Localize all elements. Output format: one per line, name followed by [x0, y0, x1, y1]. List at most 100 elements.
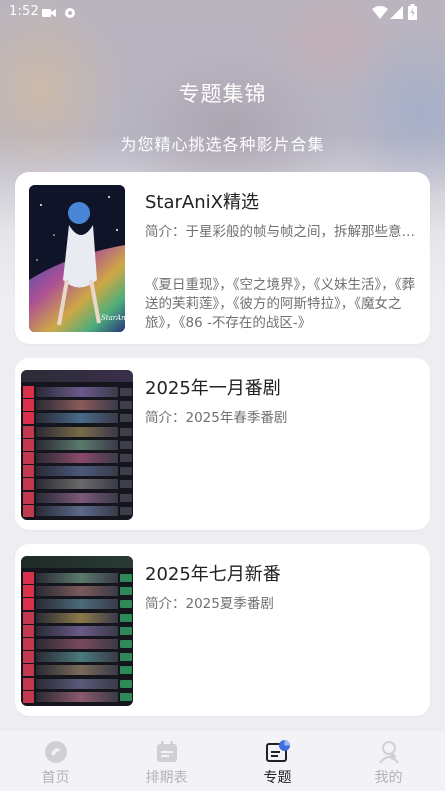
cover-signature: StarAni: [101, 314, 125, 322]
ranking-row-graphic: [23, 624, 133, 637]
ranking-tag: [120, 640, 132, 648]
ranking-tag: [120, 653, 132, 662]
ranking-badge: [23, 690, 34, 703]
collection-description: 简介：于星彩般的帧与帧之间，拆解那些意义非凡的时刻: [145, 224, 415, 240]
profile-icon: [379, 741, 399, 764]
page-title: 专题集锦: [178, 82, 267, 106]
ranking-bar: [36, 453, 118, 463]
ranking-tag: [120, 626, 132, 635]
collection-title: StarAniX精选: [145, 192, 259, 213]
ranking-tag: [120, 414, 132, 423]
ranking-row-graphic: [23, 664, 133, 677]
ranking-badge: [23, 572, 34, 584]
ranking-badge: [23, 412, 34, 425]
ranking-badge: [23, 386, 34, 398]
ranking-tag: [120, 692, 132, 701]
bottom-tab-bar: 首页 排期表 专题 我的: [0, 731, 445, 791]
ranking-tag: [120, 480, 132, 489]
ranking-bar: [36, 678, 118, 689]
ranking-badge: [23, 438, 34, 451]
signal-icon: [390, 6, 403, 19]
ranking-bar: [36, 573, 118, 583]
ranking-badge: [23, 452, 34, 464]
ranking-row-graphic: [23, 465, 133, 478]
ranking-bar: [36, 479, 118, 490]
ranking-badge: [23, 598, 34, 611]
wifi-icon: [372, 6, 388, 19]
ranking-tag: [120, 506, 132, 515]
ranking-bar: [36, 586, 118, 597]
ranking-badge: [23, 465, 34, 478]
ranking-row-graphic: [23, 690, 133, 703]
ranking-bar: [36, 612, 118, 623]
ranking-row-graphic: [23, 491, 133, 504]
ranking-bar: [36, 652, 118, 663]
collection-cover-image: StarAni: [29, 185, 125, 332]
ranking-tag: [120, 388, 132, 396]
collection-description: 简介：2025年春季番剧: [145, 410, 288, 426]
ranking-badge: [23, 638, 34, 650]
tab-label: 我的: [374, 770, 403, 786]
ranking-tag: [120, 454, 132, 462]
ranking-badge: [23, 491, 34, 504]
collection-card[interactable]: 2025年七月新番 简介：2025夏季番剧: [15, 544, 430, 716]
ranking-bar: [36, 426, 118, 437]
ranking-row-graphic: [23, 638, 133, 650]
ranking-row-graphic: [23, 386, 133, 398]
battery-icon: [408, 4, 417, 20]
tab-label: 专题: [263, 770, 292, 786]
ranking-bar: [36, 466, 118, 477]
ranking-row-graphic: [23, 572, 133, 584]
ranking-badge: [23, 399, 34, 412]
ranking-bar: [36, 599, 118, 610]
ranking-row-graphic: [23, 504, 133, 517]
ranking-row-graphic: [23, 438, 133, 451]
ranking-badge: [23, 624, 34, 637]
ranking-tag: [120, 427, 132, 436]
collection-card[interactable]: 2025年一月番剧 简介：2025年春季番剧: [15, 358, 430, 530]
ranking-tag: [120, 440, 132, 449]
ranking-badge: [23, 504, 34, 517]
ranking-badge: [23, 611, 34, 624]
ranking-bar: [36, 691, 118, 702]
ranking-tag: [120, 666, 132, 675]
collection-includes: 《夏日重现》，《空之境界》，《义妹生活》，《葬送的芙莉莲》，《彼方的阿斯特拉》，…: [145, 277, 415, 331]
ranking-tag: [120, 401, 132, 410]
ranking-row-graphic: [23, 585, 133, 598]
ranking-tag: [120, 613, 132, 622]
collection-title: 2025年一月番剧: [145, 378, 281, 399]
ranking-bar: [36, 387, 118, 397]
collection-title: 2025年七月新番: [145, 564, 281, 585]
status-bar: 1:52: [0, 0, 445, 26]
ranking-row-graphic: [23, 425, 133, 438]
video-icon: [42, 9, 56, 17]
ranking-badge: [23, 677, 34, 690]
collection-description: 简介：2025夏季番剧: [145, 596, 274, 612]
tab-profile[interactable]: 我的: [333, 731, 444, 791]
ranking-bar: [36, 492, 118, 503]
ranking-tag: [120, 587, 132, 596]
ranking-badge: [23, 651, 34, 664]
ranking-bar: [36, 413, 118, 424]
ranking-tag: [120, 600, 132, 609]
collection-card[interactable]: StarAni StarAniX精选 简介：于星彩般的帧与帧之间，拆解那些意义非…: [15, 172, 430, 344]
ranking-row-graphic: [23, 478, 133, 491]
collection-cover-image: [21, 370, 133, 520]
ranking-tag: [120, 574, 132, 582]
ranking-row-graphic: [23, 598, 133, 611]
tab-label: 排期表: [145, 770, 188, 786]
page-subtitle: 为您精心挑选各种影片合集: [120, 135, 325, 154]
ranking-bar: [36, 665, 118, 676]
ranking-bar: [36, 625, 118, 636]
ranking-bar: [36, 639, 118, 649]
ranking-row-graphic: [23, 677, 133, 690]
home-icon: [45, 741, 67, 763]
tab-home[interactable]: 首页: [0, 731, 111, 791]
tab-topics[interactable]: 专题: [222, 731, 333, 791]
topics-icon: [266, 740, 290, 762]
ranking-badge: [23, 585, 34, 598]
ranking-tag: [120, 467, 132, 476]
ranking-row-graphic: [23, 399, 133, 412]
ranking-row-graphic: [23, 452, 133, 464]
tab-schedule[interactable]: 排期表: [111, 731, 222, 791]
